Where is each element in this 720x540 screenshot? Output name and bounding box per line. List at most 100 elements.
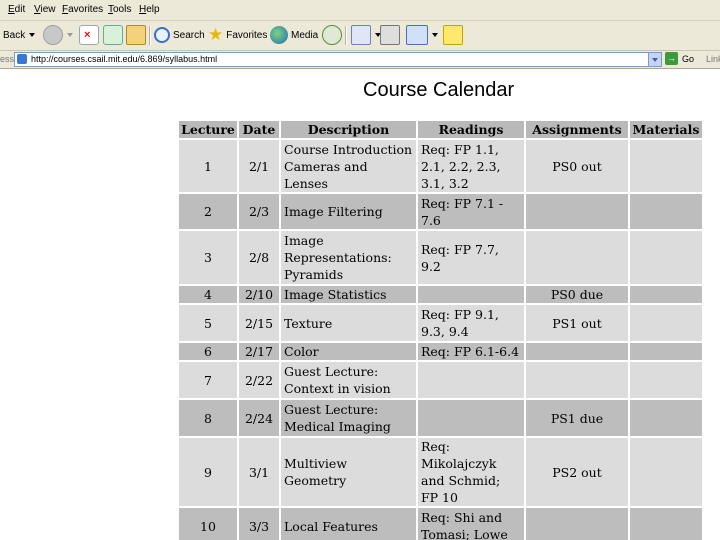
description-cell: Texture bbox=[281, 305, 416, 341]
description-cell: Image Statistics bbox=[281, 286, 416, 303]
course-calendar-table: Lecture Date Description Readings Assign… bbox=[177, 119, 704, 540]
readings-cell: Req: FP 7.7, 9.2 bbox=[418, 231, 524, 284]
table-row: 4 2/10 Image Statistics PS0 due bbox=[179, 286, 702, 303]
discuss-button[interactable] bbox=[443, 25, 463, 45]
lecture-cell: 10 bbox=[179, 508, 237, 540]
table-header-row: Lecture Date Description Readings Assign… bbox=[179, 121, 702, 138]
lecture-cell: 6 bbox=[179, 343, 237, 360]
lecture-cell: 8 bbox=[179, 400, 237, 436]
edit-dropdown-icon[interactable] bbox=[432, 33, 438, 37]
address-bar: ess http://courses.csail.mit.edu/6.869/s… bbox=[0, 51, 720, 69]
media-button[interactable]: Media bbox=[270, 25, 318, 45]
date-cell: 3/1 bbox=[239, 438, 279, 506]
lecture-cell: 5 bbox=[179, 305, 237, 341]
lecture-cell: 4 bbox=[179, 286, 237, 303]
go-button[interactable]: → Go bbox=[665, 52, 694, 65]
lecture-cell: 7 bbox=[179, 362, 237, 398]
date-cell: 3/3 bbox=[239, 508, 279, 540]
media-label: Media bbox=[291, 29, 319, 41]
favorites-button[interactable]: ★ Favorites bbox=[208, 25, 267, 45]
menu-help[interactable]: Help bbox=[139, 4, 160, 15]
stop-button[interactable]: × bbox=[79, 25, 99, 45]
date-cell: 2/10 bbox=[239, 286, 279, 303]
readings-cell: Req: Mikolajczyk and Schmid; FP 10 bbox=[418, 438, 524, 506]
menu-edit[interactable]: Edit bbox=[8, 4, 25, 15]
mail-icon bbox=[351, 25, 371, 45]
page-title: Course Calendar bbox=[363, 79, 515, 101]
materials-cell bbox=[630, 140, 702, 192]
readings-cell: Req: FP 1.1, 2.1, 2.2, 2.3, 3.1, 3.2 bbox=[418, 140, 524, 192]
history-button[interactable] bbox=[322, 25, 342, 45]
assignments-cell: PS0 out bbox=[526, 140, 628, 192]
back-label: Back bbox=[3, 29, 26, 41]
table-row: 2 2/3 Image Filtering Req: FP 7.1 - 7.6 bbox=[179, 194, 702, 229]
date-cell: 2/15 bbox=[239, 305, 279, 341]
date-cell: 2/1 bbox=[239, 140, 279, 192]
date-cell: 2/8 bbox=[239, 231, 279, 284]
lecture-cell: 2 bbox=[179, 194, 237, 229]
assignments-cell: PS1 out bbox=[526, 305, 628, 341]
address-url[interactable]: http://courses.csail.mit.edu/6.869/sylla… bbox=[31, 54, 217, 64]
forward-dropdown-icon[interactable] bbox=[67, 33, 73, 37]
description-cell: Guest Lecture: Medical Imaging bbox=[281, 400, 416, 436]
toolbar-separator bbox=[149, 26, 151, 45]
date-cell: 2/24 bbox=[239, 400, 279, 436]
readings-cell bbox=[418, 400, 524, 436]
go-arrow-icon: → bbox=[665, 52, 678, 65]
page-content: Course Calendar Lecture Date Description… bbox=[0, 69, 720, 540]
column-header-date: Date bbox=[239, 121, 279, 138]
menu-favorites[interactable]: Favorites bbox=[62, 4, 103, 15]
assignments-cell: PS0 due bbox=[526, 286, 628, 303]
menu-tools[interactable]: Tools bbox=[108, 4, 131, 15]
description-cell: Guest Lecture: Context in vision bbox=[281, 362, 416, 398]
edit-page-icon bbox=[406, 25, 428, 45]
materials-cell bbox=[630, 362, 702, 398]
star-icon: ★ bbox=[208, 25, 224, 44]
table-row: 6 2/17 Color Req: FP 6.1-6.4 bbox=[179, 343, 702, 360]
materials-cell bbox=[630, 286, 702, 303]
back-dropdown-icon[interactable] bbox=[29, 33, 36, 37]
print-button[interactable] bbox=[380, 25, 400, 45]
menu-view[interactable]: View bbox=[34, 4, 56, 15]
search-button[interactable]: Search bbox=[154, 25, 205, 45]
assignments-cell bbox=[526, 343, 628, 360]
address-label: ess bbox=[0, 54, 15, 64]
materials-cell bbox=[630, 508, 702, 540]
column-header-lecture: Lecture bbox=[179, 121, 237, 138]
description-cell: Color bbox=[281, 343, 416, 360]
assignments-cell: PS1 due bbox=[526, 400, 628, 436]
description-cell: Multiview Geometry bbox=[281, 438, 416, 506]
search-icon bbox=[154, 27, 170, 43]
back-button[interactable]: Back bbox=[0, 25, 36, 45]
table-row: 5 2/15 Texture Req: FP 9.1, 9.3, 9.4 PS1… bbox=[179, 305, 702, 341]
refresh-button[interactable] bbox=[103, 25, 123, 45]
go-label: Go bbox=[682, 53, 695, 64]
readings-cell: Req: FP 6.1-6.4 bbox=[418, 343, 524, 360]
assignments-cell bbox=[526, 508, 628, 540]
readings-cell bbox=[418, 286, 524, 303]
edit-button[interactable] bbox=[406, 25, 438, 45]
description-cell: Image Filtering bbox=[281, 194, 416, 229]
table-row: 9 3/1 Multiview Geometry Req: Mikolajczy… bbox=[179, 438, 702, 506]
forward-button[interactable] bbox=[43, 25, 73, 45]
column-header-materials: Materials bbox=[630, 121, 702, 138]
menu-bar: Edit View Favorites Tools Help bbox=[0, 0, 720, 21]
lecture-cell: 3 bbox=[179, 231, 237, 284]
materials-cell bbox=[630, 438, 702, 506]
table-row: 3 2/8 Image Representations: Pyramids Re… bbox=[179, 231, 702, 284]
home-button[interactable] bbox=[126, 25, 146, 45]
table-row: 10 3/3 Local Features Req: Shi and Tomas… bbox=[179, 508, 702, 540]
date-cell: 2/17 bbox=[239, 343, 279, 360]
address-input[interactable]: http://courses.csail.mit.edu/6.869/sylla… bbox=[14, 52, 662, 67]
readings-cell bbox=[418, 362, 524, 398]
toolbar-separator bbox=[345, 26, 347, 45]
description-cell: Image Representations: Pyramids bbox=[281, 231, 416, 284]
mail-button[interactable] bbox=[351, 25, 381, 45]
address-dropdown-icon[interactable] bbox=[648, 53, 661, 66]
column-header-readings: Readings bbox=[418, 121, 524, 138]
readings-cell: Req: FP 9.1, 9.3, 9.4 bbox=[418, 305, 524, 341]
stop-icon: × bbox=[79, 25, 99, 45]
links-label[interactable]: Link bbox=[706, 54, 720, 64]
note-icon bbox=[443, 25, 463, 45]
printer-icon bbox=[380, 25, 400, 45]
